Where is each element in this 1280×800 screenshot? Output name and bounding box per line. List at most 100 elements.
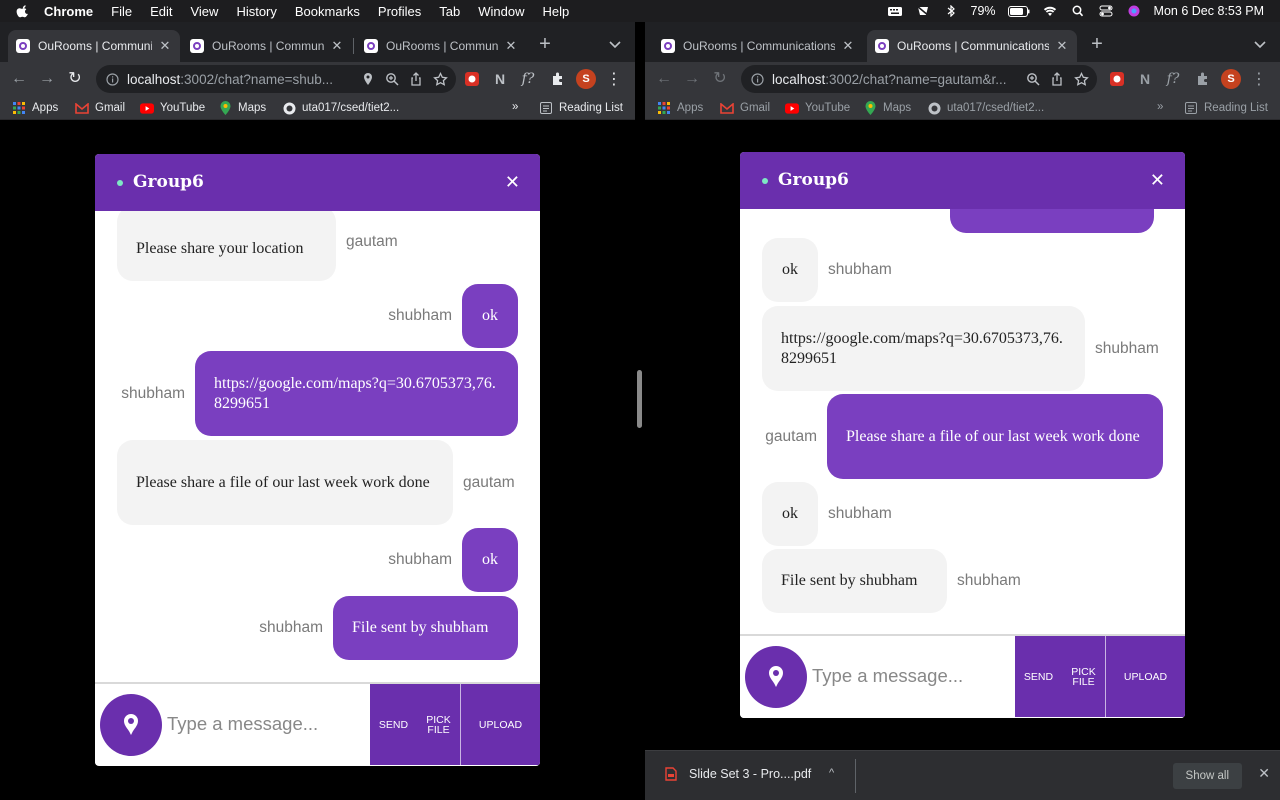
profile-avatar[interactable]: S <box>576 69 596 89</box>
bookmarks-overflow-icon[interactable]: » <box>512 101 518 113</box>
send-button[interactable]: SEND <box>1015 636 1062 717</box>
bookmark-star-icon[interactable] <box>433 71 448 87</box>
zoom-icon[interactable] <box>1026 72 1040 86</box>
download-item[interactable]: Slide Set 3 - Pro....pdf <box>665 767 811 781</box>
profile-avatar[interactable]: S <box>1221 69 1241 89</box>
message-input[interactable] <box>167 702 362 746</box>
menu-edit[interactable]: Edit <box>150 4 172 19</box>
chrome-menu-icon[interactable]: ⋮ <box>1249 69 1269 89</box>
send-button[interactable]: SEND <box>370 684 417 765</box>
extension-formula-icon[interactable]: f? <box>1163 69 1183 89</box>
bookmark-star-icon[interactable] <box>1074 71 1089 87</box>
apps-grid-icon <box>12 101 26 115</box>
close-chat-icon[interactable]: ✕ <box>505 172 520 193</box>
bookmark-apps[interactable]: Apps <box>12 101 58 115</box>
bluetooth-off-icon[interactable] <box>943 5 959 17</box>
download-options-chevron-icon[interactable]: ^ <box>829 767 834 779</box>
reload-icon[interactable]: ↻ <box>64 68 86 90</box>
tab-close-icon[interactable]: ✕ <box>158 39 172 53</box>
bookmark-github[interactable]: uta017/csed/tiet2... <box>282 101 399 115</box>
share-location-button[interactable] <box>745 646 807 708</box>
message-row: Please share your location gautam <box>117 211 398 281</box>
reload-icon[interactable]: ↻ <box>709 68 731 90</box>
spotlight-search-icon[interactable] <box>1070 5 1086 17</box>
chrome-menu-icon[interactable]: ⋮ <box>604 69 624 89</box>
menu-app-name[interactable]: Chrome <box>44 4 93 19</box>
back-arrow-icon[interactable]: ← <box>8 68 30 90</box>
notification-off-icon[interactable] <box>915 5 931 17</box>
reading-list-button[interactable]: Reading List <box>539 101 623 115</box>
menu-file[interactable]: File <box>111 4 132 19</box>
reading-list-button[interactable]: Reading List <box>1184 101 1268 115</box>
address-bar[interactable]: localhost:3002/chat?name=gautam&r... <box>741 65 1097 93</box>
message-list[interactable]: ok shubham https://google.com/maps?q=30.… <box>740 209 1185 633</box>
bookmark-gmail[interactable]: Gmail <box>75 101 125 115</box>
location-pin-icon[interactable] <box>361 72 375 86</box>
close-chat-icon[interactable]: ✕ <box>1150 170 1165 191</box>
extension-red-icon[interactable] <box>462 69 482 89</box>
bookmark-gmail[interactable]: Gmail <box>720 101 770 115</box>
extension-formula-icon[interactable]: f? <box>518 69 538 89</box>
tab-close-icon[interactable]: ✕ <box>841 39 855 53</box>
tab-3[interactable]: OuRooms | Communica ✕ <box>356 30 526 62</box>
menubar-clock[interactable]: Mon 6 Dec 8:53 PM <box>1154 4 1264 18</box>
bookmark-apps[interactable]: Apps <box>657 101 703 115</box>
tab-close-icon[interactable]: ✕ <box>504 39 518 53</box>
share-icon[interactable] <box>1050 72 1064 86</box>
menu-help[interactable]: Help <box>543 4 570 19</box>
extension-red-icon[interactable] <box>1107 69 1127 89</box>
siri-icon[interactable] <box>1126 5 1142 17</box>
bookmark-maps[interactable]: Maps <box>863 101 911 115</box>
tab-title: OuRooms | Communications <box>683 39 835 53</box>
extensions-puzzle-icon[interactable] <box>1193 69 1213 89</box>
tab-search-chevron-icon[interactable] <box>607 36 623 52</box>
wifi-icon[interactable] <box>1042 5 1058 17</box>
control-center-icon[interactable] <box>1098 5 1114 17</box>
pick-file-button[interactable]: PICK FILE <box>1062 636 1105 717</box>
tab-2[interactable]: OuRooms | Communications ✕ <box>867 30 1077 62</box>
menu-history[interactable]: History <box>236 4 276 19</box>
extension-notion-icon[interactable]: N <box>490 69 510 89</box>
extension-notion-icon[interactable]: N <box>1135 69 1155 89</box>
bookmarks-overflow-icon[interactable]: » <box>1157 101 1163 113</box>
tab-1[interactable]: OuRooms | Communications ✕ <box>653 30 863 62</box>
new-tab-icon[interactable]: + <box>534 34 556 56</box>
close-shelf-icon[interactable]: ✕ <box>1258 765 1270 782</box>
show-all-downloads-button[interactable]: Show all <box>1172 763 1242 789</box>
upload-button[interactable]: UPLOAD <box>460 684 540 765</box>
keyboard-icon[interactable] <box>887 5 903 17</box>
menu-bookmarks[interactable]: Bookmarks <box>295 4 360 19</box>
bookmark-youtube[interactable]: YouTube <box>140 101 205 115</box>
share-location-button[interactable] <box>100 694 162 756</box>
site-info-icon[interactable] <box>751 72 764 86</box>
battery-icon[interactable] <box>1007 5 1030 17</box>
upload-button[interactable]: UPLOAD <box>1105 636 1185 717</box>
bookmark-youtube[interactable]: YouTube <box>785 101 850 115</box>
menu-window[interactable]: Window <box>478 4 524 19</box>
tab-search-chevron-icon[interactable] <box>1252 36 1268 52</box>
menu-profiles[interactable]: Profiles <box>378 4 421 19</box>
message-list[interactable]: Please share your location gautam shubha… <box>95 211 540 681</box>
zoom-icon[interactable] <box>385 72 399 86</box>
new-tab-icon[interactable]: + <box>1086 34 1108 56</box>
site-info-icon[interactable] <box>106 72 119 86</box>
forward-arrow-icon[interactable]: → <box>681 68 703 90</box>
divider-handle[interactable] <box>637 370 642 428</box>
message-input[interactable] <box>812 654 1007 698</box>
bookmark-maps[interactable]: Maps <box>218 101 266 115</box>
address-bar[interactable]: localhost:3002/chat?name=shub... <box>96 65 456 93</box>
tab-close-icon[interactable]: ✕ <box>1055 39 1069 53</box>
tab-close-icon[interactable]: ✕ <box>330 39 344 53</box>
tab-1[interactable]: OuRooms | Communica ✕ <box>8 30 180 62</box>
menu-view[interactable]: View <box>190 4 218 19</box>
forward-arrow-icon[interactable]: → <box>36 68 58 90</box>
tab-2[interactable]: OuRooms | Communica ✕ <box>182 30 352 62</box>
apple-menu-icon[interactable] <box>16 4 30 18</box>
pick-file-button[interactable]: PICK FILE <box>417 684 460 765</box>
share-icon[interactable] <box>409 72 423 86</box>
menu-tab[interactable]: Tab <box>439 4 460 19</box>
bookmark-github[interactable]: uta017/csed/tiet2... <box>927 101 1044 115</box>
back-arrow-icon[interactable]: ← <box>653 68 675 90</box>
split-view-divider[interactable] <box>635 22 645 800</box>
extensions-puzzle-icon[interactable] <box>548 69 568 89</box>
